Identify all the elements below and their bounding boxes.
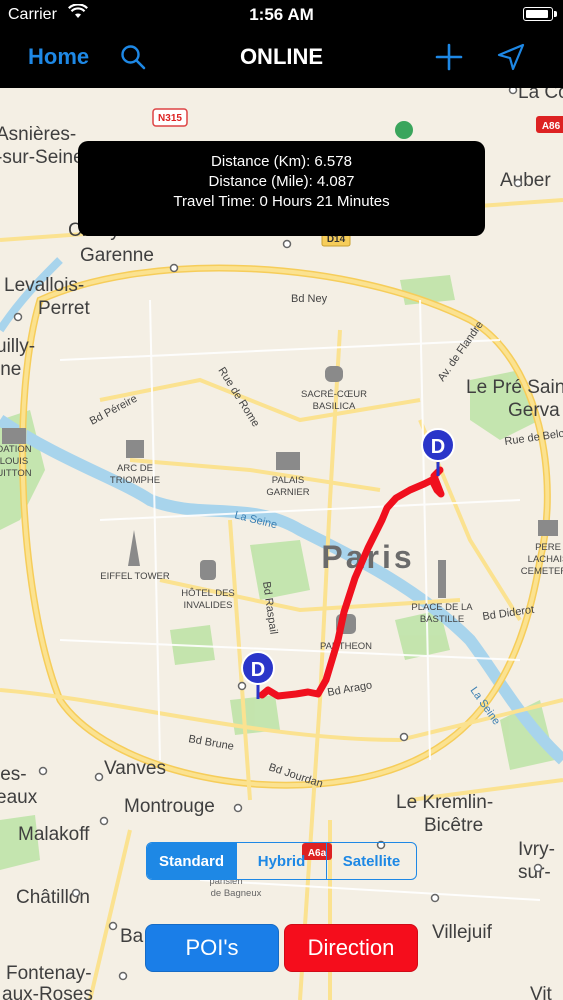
road-shield-n315: N315 — [158, 113, 182, 124]
landmark-icon — [2, 428, 26, 444]
landmark-label: DATION — [0, 444, 32, 455]
distance-km: Distance (Km): 6.578 — [211, 153, 352, 170]
place-label: Gerva — [508, 400, 560, 421]
place-label: Le Pré Sain — [466, 377, 563, 398]
place-label: sur- — [518, 862, 551, 883]
battery-icon — [523, 7, 557, 21]
landmark-label: PALAIS — [272, 475, 305, 486]
place-label: Bicêtre — [424, 815, 483, 836]
map-type-satellite[interactable]: Satellite — [326, 843, 416, 879]
place-label: ine — [0, 359, 21, 380]
landmark-label: HÔTEL DES — [181, 588, 235, 599]
landmark-label: EIFFEL TOWER — [100, 571, 170, 582]
svg-text:D: D — [431, 436, 445, 458]
nav-bar: Home ONLINE — [0, 30, 563, 88]
battery-level — [526, 10, 548, 18]
map-type-standard[interactable]: Standard — [147, 843, 236, 879]
place-label: La Co — [518, 88, 563, 103]
landmark-label: BASILICA — [313, 401, 356, 412]
place-label: Malakoff — [18, 824, 90, 845]
place-label: Vanves — [104, 758, 166, 779]
place-label: Le Kremlin- — [396, 792, 493, 813]
place-label: -sur-Seine — [0, 147, 84, 168]
place-label: Asnières- — [0, 124, 76, 145]
landmark-icon — [538, 520, 558, 536]
plus-icon[interactable] — [434, 42, 464, 72]
metro-icon — [395, 121, 413, 139]
place-label: uilly- — [0, 336, 35, 357]
place-label: Villejuif — [432, 922, 493, 943]
place-label: Montrouge — [124, 796, 215, 817]
landmark-label: PANTHEON — [320, 641, 372, 652]
home-button[interactable]: Home — [28, 44, 89, 70]
svg-text:D: D — [251, 659, 265, 681]
place-label: Vit — [530, 984, 553, 1000]
place-label: Garenne — [80, 245, 154, 266]
road-label: Bd Ney — [291, 293, 328, 305]
landmark-icon — [325, 366, 343, 382]
route-info-box: Distance (Km): 6.578 Distance (Mile): 4.… — [78, 141, 485, 236]
place-label: Ivry- — [518, 839, 555, 860]
landmark-label: GARNIER — [266, 487, 309, 498]
place-label: Auber — [500, 170, 551, 191]
landmark-label: de Bagneux — [211, 888, 262, 899]
landmark-icon — [200, 560, 216, 580]
place-label: Fontenay- — [6, 963, 92, 984]
landmark-icon — [438, 560, 446, 598]
travel-time: Travel Time: 0 Hours 21 Minutes — [173, 193, 390, 210]
place-label: Ba — [120, 926, 144, 947]
map-type-selector: Standard Hybrid Satellite — [146, 842, 417, 880]
place-label: Levallois- — [4, 275, 84, 296]
landmark-icon — [126, 440, 144, 458]
place-label: aux-Roses — [2, 984, 93, 1000]
landmark-label: SACRÉ-CŒUR — [301, 389, 367, 400]
landmark-label: BASTILLE — [420, 614, 464, 625]
pois-button[interactable]: POI's — [145, 924, 279, 972]
landmark-label: INVALIDES — [184, 600, 233, 611]
direction-button[interactable]: Direction — [284, 924, 418, 972]
place-label: Perret — [38, 298, 90, 319]
location-arrow-icon[interactable] — [496, 42, 526, 72]
road-shield-a86: A86 — [542, 121, 561, 132]
status-bar: Carrier 1:56 AM — [0, 0, 563, 30]
landmark-label: UITTON — [0, 468, 32, 479]
landmark-label: TRIOMPHE — [110, 475, 160, 486]
map-type-hybrid[interactable]: Hybrid — [236, 843, 326, 879]
landmark-icon — [276, 452, 300, 470]
search-icon[interactable] — [118, 42, 148, 72]
landmark-label: PLACE DE LA — [411, 602, 473, 613]
distance-mile: Distance (Mile): 4.087 — [208, 173, 355, 190]
landmark-label: ARC DE — [117, 463, 153, 474]
place-label: eaux — [0, 787, 38, 808]
landmark-label: LACHAIS — [528, 554, 563, 565]
landmark-label: CEMETER — [521, 566, 563, 577]
clock: 1:56 AM — [249, 5, 314, 24]
place-label: les- — [0, 764, 27, 785]
landmark-label: LOUIS — [0, 456, 28, 467]
landmark-label: PERE — [535, 542, 561, 553]
